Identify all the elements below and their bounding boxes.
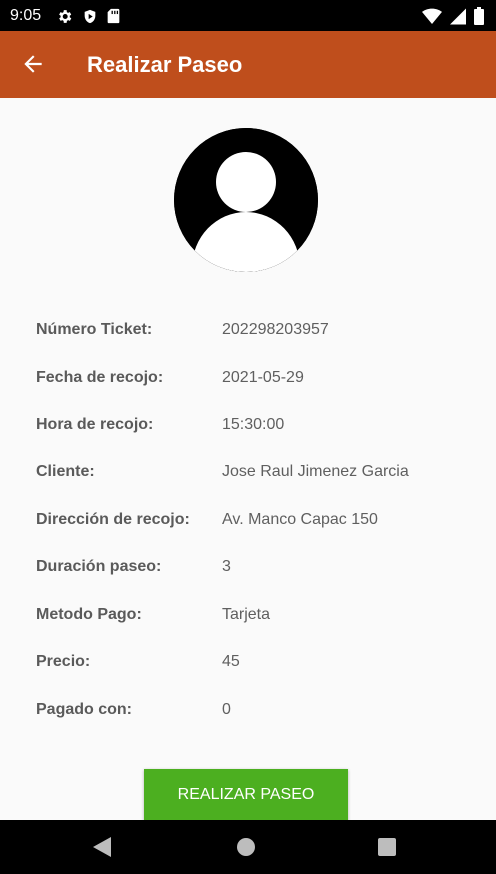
detail-label: Cliente: bbox=[36, 463, 95, 480]
detail-value: 15:30:00 bbox=[222, 416, 285, 433]
detail-row-fecha: Fecha de recojo: 2021-05-29 bbox=[0, 369, 496, 393]
arrow-back-icon bbox=[24, 55, 42, 73]
battery-icon bbox=[474, 7, 484, 25]
detail-label: Pagado con: bbox=[36, 701, 133, 718]
detail-label: Precio: bbox=[36, 653, 91, 670]
detail-label: Dirección de recojo: bbox=[36, 511, 190, 528]
detail-row-duracion: Duración paseo: 3 bbox=[0, 558, 496, 582]
ticket-detail-content: Número Ticket: 202298203957 Fecha de rec… bbox=[0, 98, 496, 820]
detail-row-metodo-pago: Metodo Pago: Tarjeta bbox=[0, 606, 496, 630]
detail-value: 2021-05-29 bbox=[222, 369, 304, 386]
nav-back-icon[interactable] bbox=[92, 836, 112, 858]
status-right-icons bbox=[422, 7, 484, 25]
page-title: Realizar Paseo bbox=[87, 52, 243, 77]
detail-value: Av. Manco Capac 150 bbox=[222, 511, 378, 528]
shield-play-icon bbox=[84, 9, 96, 23]
avatar bbox=[174, 128, 318, 272]
detail-row-ticket: Número Ticket: 202298203957 bbox=[0, 321, 496, 345]
gear-icon bbox=[59, 9, 72, 23]
detail-value: 202298203957 bbox=[222, 321, 329, 338]
detail-label: Metodo Pago: bbox=[36, 606, 142, 623]
status-left-icons bbox=[56, 7, 120, 25]
detail-value: 0 bbox=[222, 701, 231, 718]
status-time: 9:05 bbox=[10, 7, 42, 24]
system-nav-bar bbox=[0, 820, 496, 874]
app-bar: Realizar Paseo bbox=[0, 31, 496, 98]
detail-value: Tarjeta bbox=[222, 606, 271, 623]
detail-value: Jose Raul Jimenez Garcia bbox=[222, 463, 409, 480]
detail-label: Hora de recojo: bbox=[36, 416, 154, 433]
detail-row-hora: Hora de recojo: 15:30:00 bbox=[0, 416, 496, 440]
status-bar: 9:05 bbox=[0, 0, 496, 31]
detail-row-direccion: Dirección de recojo: Av. Manco Capac 150 bbox=[0, 511, 496, 535]
wifi-icon bbox=[422, 8, 442, 24]
detail-row-precio: Precio: 45 bbox=[0, 653, 496, 677]
default-user-avatar-icon bbox=[174, 128, 318, 272]
detail-row-pagado-con: Pagado con: 0 bbox=[0, 701, 496, 725]
realizar-paseo-button[interactable]: REALIZAR PASEO bbox=[144, 769, 348, 820]
detail-label: Fecha de recojo: bbox=[36, 369, 164, 386]
signal-icon bbox=[450, 8, 466, 24]
nav-recents-icon[interactable] bbox=[377, 837, 397, 857]
sd-card-icon bbox=[107, 8, 120, 24]
detail-value: 3 bbox=[222, 558, 231, 575]
detail-label: Duración paseo: bbox=[36, 558, 162, 575]
detail-label: Número Ticket: bbox=[36, 321, 153, 338]
nav-home-icon[interactable] bbox=[236, 836, 256, 858]
detail-value: 45 bbox=[222, 653, 240, 670]
detail-row-cliente: Cliente: Jose Raul Jimenez Garcia bbox=[0, 463, 496, 487]
back-button[interactable] bbox=[20, 51, 46, 77]
